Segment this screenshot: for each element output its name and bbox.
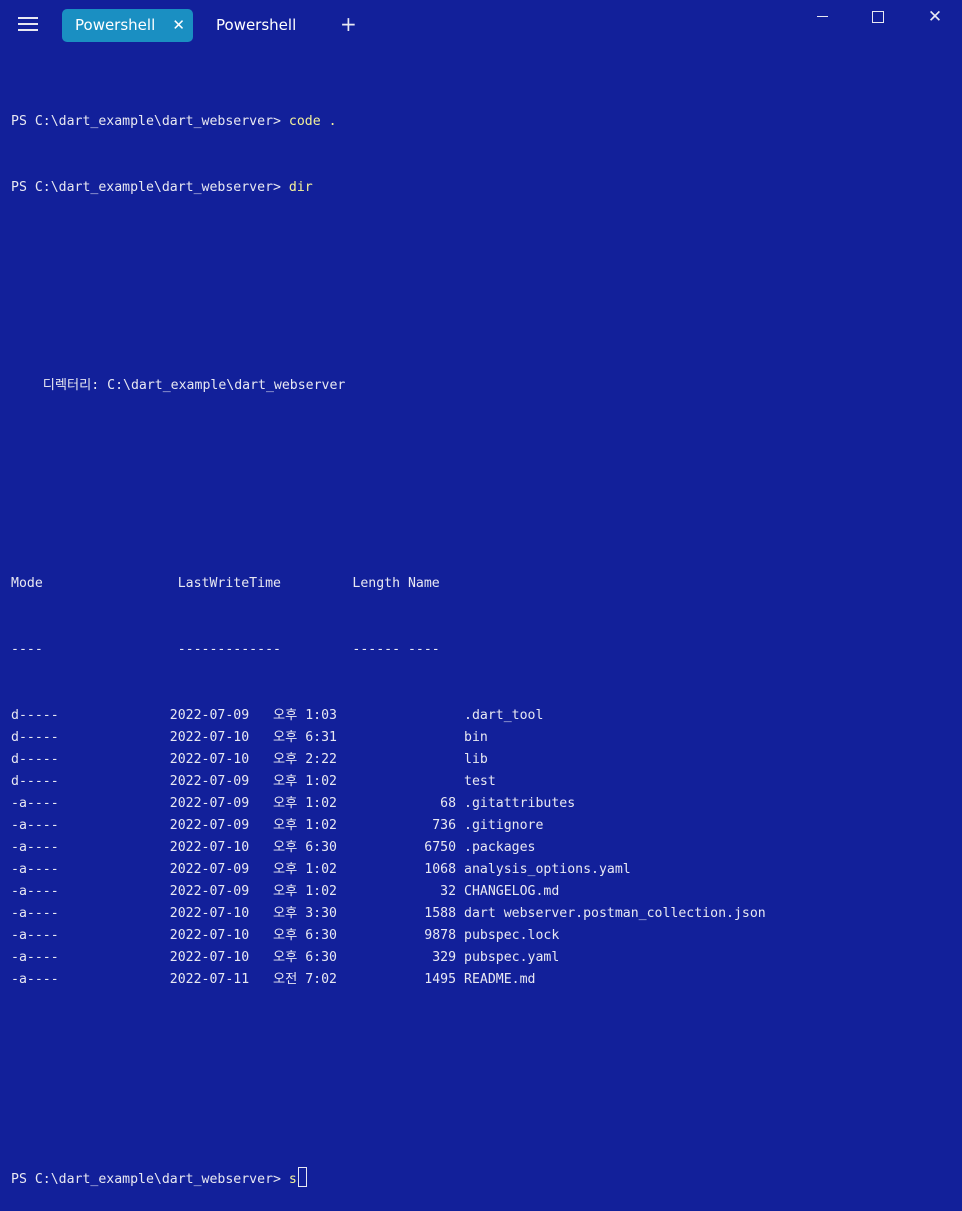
table-row: -a---- 2022-07-09 오후 1:02 736 .gitignore (11, 818, 544, 833)
current-input[interactable]: s (289, 1172, 297, 1187)
new-tab-button[interactable]: + (340, 12, 357, 36)
history-line: PS C:\dart_example\dart_webserver> dir (11, 177, 956, 199)
prompt: PS C:\dart_example\dart_webserver> (11, 114, 289, 129)
maximize-button[interactable] (863, 6, 893, 28)
table-row: -a---- 2022-07-10 오후 6:30 6750 .packages (11, 840, 536, 855)
tab-label: Powershell (216, 16, 297, 34)
directory-listing: d----- 2022-07-09 오후 1:03 .dart_tool d---… (11, 705, 956, 991)
input-line[interactable]: PS C:\dart_example\dart_webserver> s (11, 1167, 956, 1189)
table-row: d----- 2022-07-09 오후 1:02 test (11, 774, 496, 789)
table-row: -a---- 2022-07-09 오후 1:02 32 CHANGELOG.m… (11, 884, 560, 899)
prompt: PS C:\dart_example\dart_webserver> (11, 1172, 289, 1187)
text-cursor (297, 1167, 307, 1187)
directory-header: 디렉터리: C:\dart_example\dart_webserver (11, 378, 346, 393)
tab-powershell[interactable]: Powershell (216, 9, 326, 42)
close-window-button[interactable]: ✕ (920, 6, 950, 28)
command: dir (288, 180, 313, 195)
tab-label: Powershell (75, 16, 156, 34)
table-row: -a---- 2022-07-10 오후 6:30 9878 pubspec.l… (11, 928, 560, 943)
terminal-output[interactable]: PS C:\dart_example\dart_webserver> code … (11, 67, 956, 1187)
table-row: d----- 2022-07-10 오후 2:22 lib (11, 752, 488, 767)
table-row: d----- 2022-07-10 오후 6:31 bin (11, 730, 488, 745)
table-row: -a---- 2022-07-09 오후 1:02 68 .gitattribu… (11, 796, 576, 811)
history-line: PS C:\dart_example\dart_webserver> code … (11, 111, 956, 133)
table-row: -a---- 2022-07-11 오전 7:02 1495 README.md (11, 972, 536, 987)
table-row: -a---- 2022-07-10 오후 6:30 329 pubspec.ya… (11, 950, 560, 965)
table-row: -a---- 2022-07-10 오후 3:30 1588 dart webs… (11, 906, 766, 921)
command: code . (288, 114, 337, 129)
table-row: -a---- 2022-07-09 오후 1:02 1068 analysis_… (11, 862, 631, 877)
menu-icon[interactable] (18, 17, 38, 31)
table-row: d----- 2022-07-09 오후 1:03 .dart_tool (11, 708, 544, 723)
prompt: PS C:\dart_example\dart_webserver> (11, 180, 289, 195)
title-bar: Powershell ✕ Powershell + ✕ (0, 0, 962, 50)
tab-powershell-active[interactable]: Powershell ✕ (62, 9, 193, 42)
column-headers: Mode LastWriteTime Length Name (11, 576, 440, 591)
tab-close-icon[interactable]: ✕ (172, 9, 185, 42)
column-underline: ---- ------------- ------ ---- (11, 642, 440, 657)
minimize-button[interactable] (808, 6, 838, 28)
